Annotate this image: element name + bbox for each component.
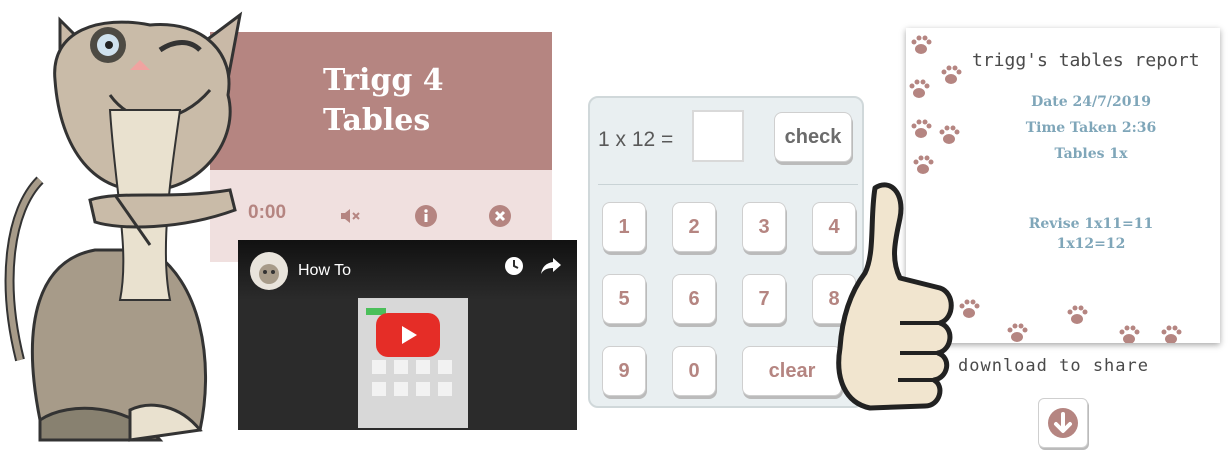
download-button[interactable] bbox=[1038, 398, 1088, 448]
check-button[interactable]: check bbox=[774, 112, 852, 162]
download-caption: download to share bbox=[958, 356, 1149, 376]
key-3[interactable]: 3 bbox=[742, 202, 786, 252]
report-revise-line2: 1x12=12 bbox=[1056, 236, 1126, 252]
paw-print-icon bbox=[941, 65, 962, 84]
app-header: Trigg 4 Tables bbox=[210, 32, 552, 170]
play-icon bbox=[402, 326, 417, 344]
paw-print-icon bbox=[1161, 325, 1182, 343]
info-icon[interactable] bbox=[414, 204, 438, 228]
key-1[interactable]: 1 bbox=[602, 202, 646, 252]
app-title: Trigg 4 Tables bbox=[323, 61, 453, 141]
paw-print-icon bbox=[1067, 305, 1088, 324]
cat-mascot-image bbox=[4, 11, 243, 442]
video-thumbnail bbox=[358, 298, 468, 428]
question-label: 1 x 12 = bbox=[598, 128, 674, 151]
download-icon bbox=[1048, 408, 1078, 438]
report-tables: Tables 1x bbox=[1054, 146, 1128, 162]
thumbs-up-image bbox=[836, 182, 954, 411]
app-card: Trigg 4 Tables 0:00 bbox=[210, 32, 552, 262]
mute-icon[interactable] bbox=[338, 204, 362, 228]
report-title: trigg's tables report bbox=[972, 50, 1200, 71]
close-icon[interactable] bbox=[488, 204, 512, 228]
report-time-taken: Time Taken 2:36 bbox=[1025, 120, 1157, 136]
key-9[interactable]: 9 bbox=[602, 346, 646, 396]
divider bbox=[598, 184, 858, 185]
paw-print-icon bbox=[909, 79, 930, 98]
clear-button[interactable]: clear bbox=[742, 346, 842, 396]
video-title[interactable]: How To bbox=[298, 262, 351, 280]
paw-print-icon bbox=[913, 155, 934, 174]
paw-print-icon bbox=[911, 119, 932, 138]
key-5[interactable]: 5 bbox=[602, 274, 646, 324]
key-0[interactable]: 0 bbox=[672, 346, 716, 396]
keypad-panel: 1 x 12 = check 1 2 3 4 5 6 7 8 9 0 clear bbox=[588, 96, 864, 408]
clock-icon[interactable] bbox=[504, 256, 524, 276]
report-revise-line1: Revise 1x11=11 bbox=[1028, 216, 1154, 232]
report-date: Date 24/7/2019 bbox=[1031, 94, 1151, 110]
video-title-bar bbox=[238, 240, 577, 300]
paw-print-icon bbox=[1007, 323, 1028, 342]
app-title-line2: Tables bbox=[323, 103, 431, 138]
app-title-line1: Trigg 4 bbox=[323, 63, 444, 98]
how-to-video[interactable]: How To bbox=[238, 240, 577, 430]
paw-print-icon bbox=[1119, 325, 1140, 343]
paw-print-icon bbox=[911, 35, 932, 54]
key-6[interactable]: 6 bbox=[672, 274, 716, 324]
key-7[interactable]: 7 bbox=[742, 274, 786, 324]
play-button[interactable] bbox=[376, 313, 440, 357]
key-2[interactable]: 2 bbox=[672, 202, 716, 252]
share-icon[interactable] bbox=[540, 256, 562, 276]
paw-print-icon bbox=[959, 299, 980, 318]
answer-input[interactable] bbox=[692, 110, 744, 162]
